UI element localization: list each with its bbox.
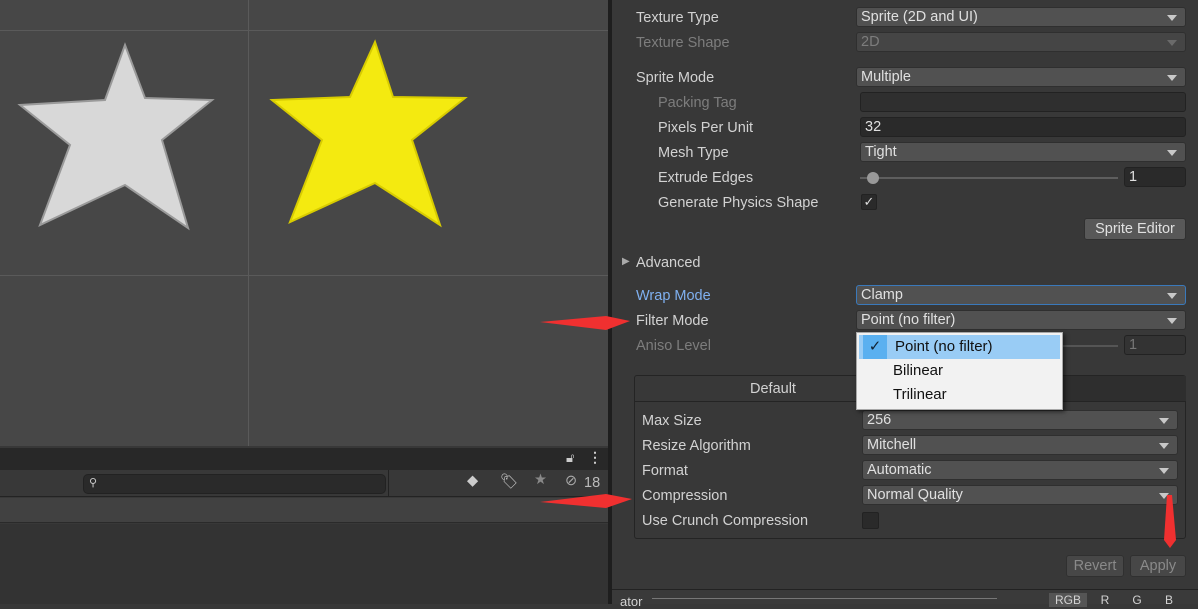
- extrude-edges-slider[interactable]: [860, 177, 1118, 179]
- label-filter-icon[interactable]: 🏷︎: [500, 473, 518, 490]
- search-input[interactable]: ⚲: [83, 474, 386, 494]
- compression-label: Compression: [642, 488, 728, 504]
- more-icon[interactable]: ⋮: [588, 449, 602, 466]
- menu-item-point[interactable]: ✓ Point (no filter): [859, 335, 1060, 359]
- channel-r[interactable]: R: [1091, 593, 1119, 607]
- max-size-label: Max Size: [642, 413, 702, 429]
- advanced-foldout[interactable]: Advanced: [636, 253, 701, 273]
- mesh-type-dropdown[interactable]: Tight: [860, 142, 1186, 162]
- scene-view[interactable]: [0, 0, 608, 446]
- channel-b[interactable]: B: [1155, 593, 1183, 607]
- compression-dropdown[interactable]: Normal Quality: [862, 485, 1178, 505]
- favorite-icon[interactable]: ★: [534, 472, 547, 488]
- project-breadcrumb-row: [0, 498, 608, 523]
- filter-mode-dropdown[interactable]: Point (no filter): [856, 310, 1186, 330]
- revert-button[interactable]: Revert: [1066, 555, 1124, 577]
- format-label: Format: [642, 463, 688, 479]
- aniso-level-field: 1: [1124, 335, 1186, 355]
- menu-item-bilinear[interactable]: Bilinear: [857, 359, 1062, 383]
- menu-item-trilinear[interactable]: Trilinear: [857, 383, 1062, 407]
- slider-thumb[interactable]: [867, 172, 879, 184]
- aniso-level-label: Aniso Level: [636, 338, 711, 354]
- extrude-edges-field[interactable]: 1: [1124, 167, 1186, 187]
- wrap-mode-dropdown[interactable]: Clamp: [856, 285, 1186, 305]
- yellow-star-sprite: [269, 39, 468, 228]
- format-dropdown[interactable]: Automatic: [862, 460, 1178, 480]
- inspector-panel: Texture Type Sprite (2D and UI) Texture …: [612, 0, 1198, 609]
- packing-tag-field: [860, 92, 1186, 112]
- packing-tag-label: Packing Tag: [658, 95, 737, 111]
- max-size-dropdown[interactable]: 256: [862, 410, 1178, 430]
- texture-shape-dropdown: 2D: [856, 32, 1186, 52]
- extrude-edges-label: Extrude Edges: [658, 170, 754, 186]
- sprite-mode-label: Sprite Mode: [636, 70, 715, 86]
- sprite-editor-button[interactable]: Sprite Editor: [1084, 218, 1186, 240]
- project-tab-bar: 🔓︎ ⋮: [0, 448, 608, 470]
- hidden-eye-icon[interactable]: ⊘: [565, 473, 577, 489]
- channel-rgb[interactable]: RGB: [1049, 593, 1087, 607]
- preview-divider: [652, 598, 997, 599]
- type-filter-icon[interactable]: ◆: [467, 473, 478, 489]
- texture-type-dropdown[interactable]: Sprite (2D and UI): [856, 7, 1186, 27]
- pixels-per-unit-label: Pixels Per Unit: [658, 120, 754, 136]
- project-content[interactable]: [0, 524, 608, 604]
- crunch-label: Use Crunch Compression: [642, 513, 809, 529]
- search-icon: ⚲: [89, 477, 98, 489]
- menu-item-label: Point (no filter): [895, 338, 993, 355]
- filter-mode-label: Filter Mode: [636, 313, 709, 329]
- preview-bar: ator RGB R G B: [612, 589, 1198, 609]
- apply-button[interactable]: Apply: [1130, 555, 1186, 577]
- texture-type-label: Texture Type: [636, 10, 719, 26]
- check-icon: ✓: [863, 335, 887, 359]
- hidden-count: 18: [584, 475, 601, 491]
- filter-mode-menu: ✓ Point (no filter) Bilinear Trilinear: [856, 332, 1063, 410]
- toolbar-divider: [388, 470, 389, 497]
- pixels-per-unit-field[interactable]: 32: [860, 117, 1186, 137]
- lock-icon[interactable]: 🔓︎: [566, 450, 574, 466]
- foldout-arrow-icon[interactable]: ▶: [622, 256, 630, 267]
- preview-label: ator: [620, 594, 643, 609]
- crunch-checkbox[interactable]: [862, 512, 879, 529]
- generate-physics-label: Generate Physics Shape: [658, 195, 819, 211]
- project-toolbar: ⚲ ◆ 🏷︎ ★ ⊘ 18: [0, 470, 608, 497]
- resize-algorithm-label: Resize Algorithm: [642, 438, 751, 454]
- resize-algorithm-dropdown[interactable]: Mitchell: [862, 435, 1178, 455]
- generate-physics-checkbox[interactable]: ✓: [861, 194, 877, 210]
- texture-shape-label: Texture Shape: [636, 35, 730, 51]
- aniso-slider: [1062, 345, 1118, 347]
- white-star-sprite: [17, 42, 215, 231]
- channel-g[interactable]: G: [1123, 593, 1151, 607]
- wrap-mode-label: Wrap Mode: [636, 288, 711, 304]
- sprites: [17, 39, 468, 231]
- mesh-type-label: Mesh Type: [658, 145, 729, 161]
- sprite-mode-dropdown[interactable]: Multiple: [856, 67, 1186, 87]
